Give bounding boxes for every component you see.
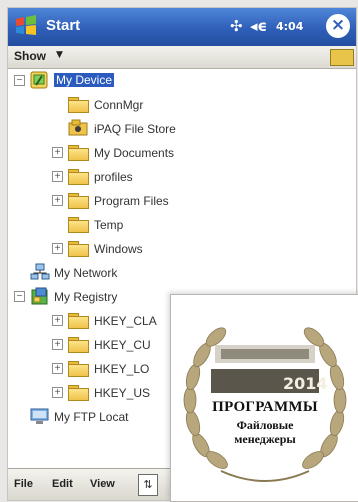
tree-label: My Documents <box>94 146 175 160</box>
registry-icon <box>31 287 48 305</box>
award-year: 2014 <box>283 374 328 393</box>
award-subtitle-line2: менеджеры <box>234 432 296 446</box>
laurel-wreath-icon <box>183 327 347 482</box>
tree-item-program-files[interactable]: + Program Files <box>8 190 356 212</box>
close-button[interactable]: × <box>326 14 350 38</box>
folder-icon <box>68 193 89 209</box>
expand-icon[interactable]: + <box>52 363 63 374</box>
tree-label: iPAQ File Store <box>94 122 176 136</box>
file-menu[interactable]: File <box>14 478 33 490</box>
folder-icon <box>68 361 89 377</box>
tree-item-profiles[interactable]: + profiles <box>8 166 356 188</box>
expand-icon[interactable]: + <box>52 195 63 206</box>
network-icon <box>30 263 50 280</box>
tree-item-windows[interactable]: + Windows <box>8 238 356 260</box>
tree-label: My Device <box>54 73 115 87</box>
clock[interactable]: 4:04 <box>276 20 303 33</box>
tree-item-connmgr[interactable]: ConnMgr <box>8 94 356 116</box>
folder-icon <box>68 385 89 401</box>
tree-label: My Network <box>54 266 118 280</box>
title-bar: Start ✣ ◂ϵ 4:04 × <box>8 8 356 46</box>
expand-icon[interactable]: + <box>52 243 63 254</box>
folder-icon <box>68 337 89 353</box>
expand-icon[interactable]: + <box>52 339 63 350</box>
chevron-down-icon[interactable]: ▼ <box>56 50 63 60</box>
tree-label: ConnMgr <box>94 98 144 112</box>
tree-label: HKEY_LO <box>94 362 150 376</box>
tree-label: HKEY_US <box>94 386 151 400</box>
volume-icon[interactable]: ◂ϵ <box>250 17 267 35</box>
collapse-icon[interactable]: − <box>14 291 25 302</box>
tree-item-my-device[interactable]: − My Device <box>8 70 356 92</box>
expand-icon[interactable]: + <box>52 315 63 326</box>
tree-label: HKEY_CU <box>94 338 151 352</box>
folder-icon <box>68 169 89 185</box>
expand-icon[interactable]: + <box>52 387 63 398</box>
device-icon <box>30 71 48 89</box>
tree-label: Windows <box>94 242 143 256</box>
expand-icon[interactable]: + <box>52 147 63 158</box>
tree-item-ipaq-file-store[interactable]: iPAQ File Store <box>8 118 356 140</box>
award-subtitle-line1: Файловые <box>236 418 294 432</box>
collapse-icon[interactable]: − <box>14 75 25 86</box>
tree-label: HKEY_CLA <box>94 314 157 328</box>
tree-item-temp[interactable]: Temp <box>8 214 356 236</box>
window-title: Start <box>46 17 81 34</box>
tree-item-my-documents[interactable]: + My Documents <box>8 142 356 164</box>
connectivity-icon[interactable]: ✣ <box>230 17 243 35</box>
tree-label: My FTP Locat <box>54 410 129 424</box>
ftp-icon <box>30 408 49 424</box>
tree-label: profiles <box>94 170 133 184</box>
edit-menu[interactable]: Edit <box>52 478 73 490</box>
folder-icon <box>68 145 89 161</box>
close-icon: × <box>330 15 346 35</box>
windows-start-icon[interactable] <box>14 14 38 38</box>
storage-card-icon <box>68 119 88 136</box>
sort-icon[interactable]: ⇅ <box>138 474 158 496</box>
tree-label: Temp <box>94 218 124 232</box>
tree-label: My Registry <box>54 290 118 304</box>
up-folder-icon[interactable] <box>330 49 354 66</box>
view-menu[interactable]: View <box>90 478 115 490</box>
award-badge: 2014 ПРОГРАММЫ Файловые менеджеры <box>170 294 358 502</box>
folder-icon <box>68 97 89 113</box>
folder-icon <box>68 241 89 257</box>
tree-label: Program Files <box>94 194 169 208</box>
show-bar: Show ▼ <box>8 46 356 69</box>
award-headline: ПРОГРАММЫ <box>212 399 318 415</box>
expand-icon[interactable]: + <box>52 171 63 182</box>
folder-icon <box>68 217 89 233</box>
folder-icon <box>68 313 89 329</box>
show-dropdown[interactable]: Show <box>14 49 46 63</box>
tree-item-my-network[interactable]: My Network <box>8 262 356 284</box>
